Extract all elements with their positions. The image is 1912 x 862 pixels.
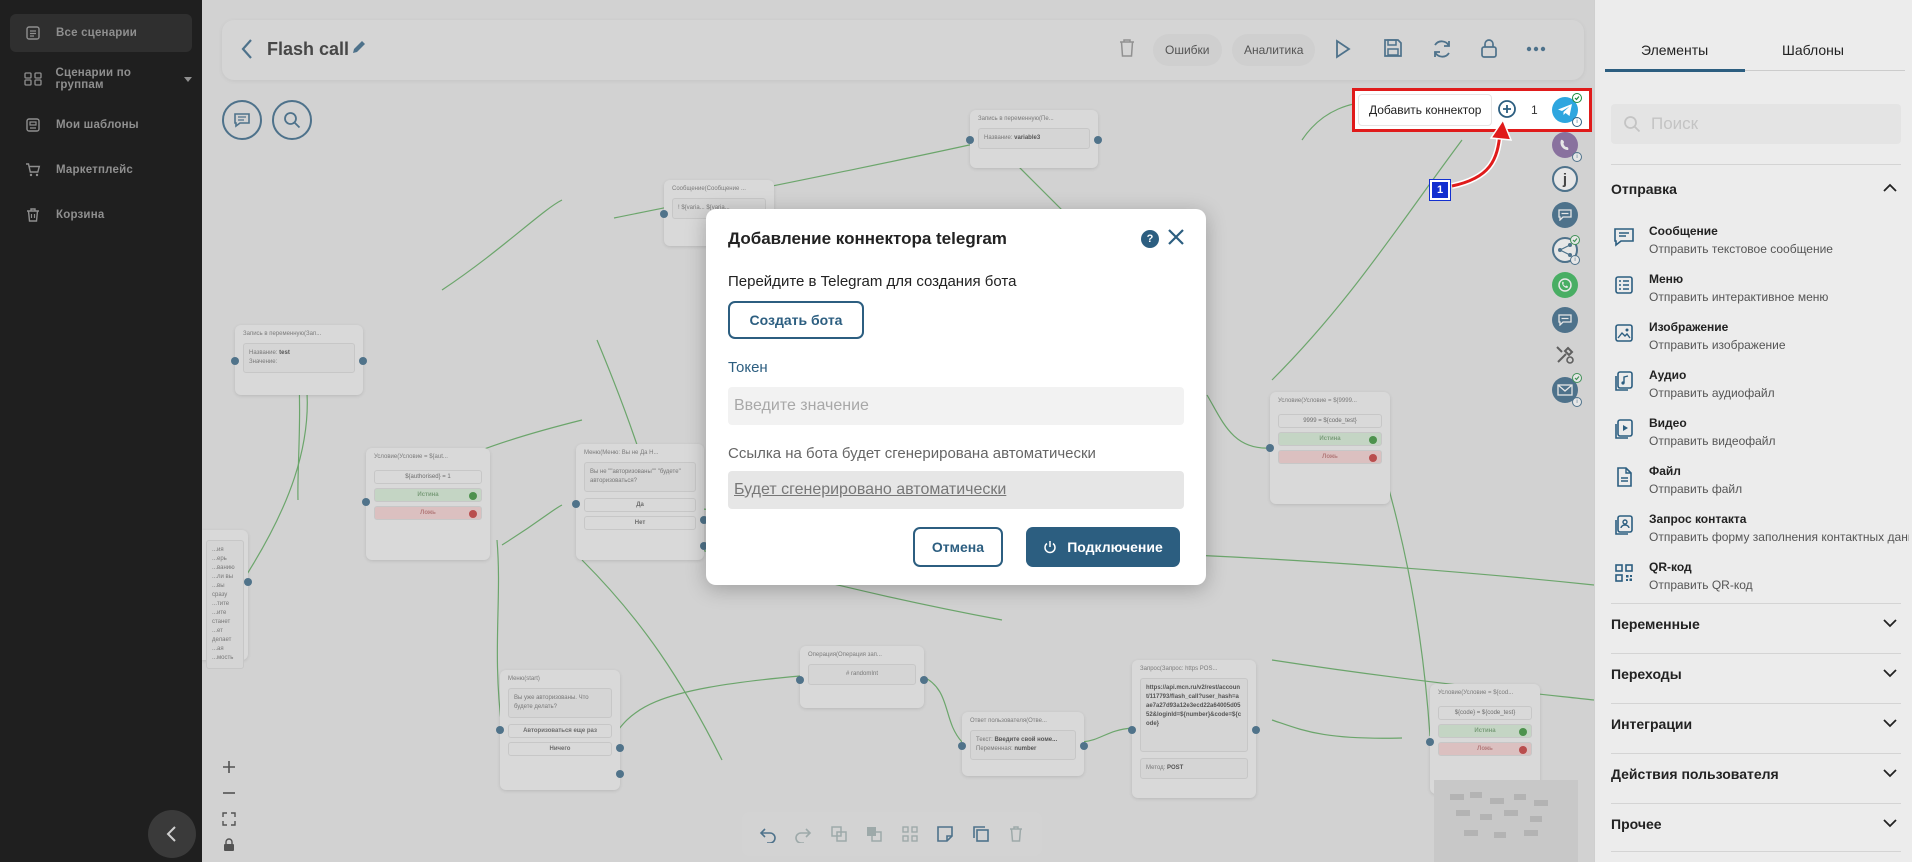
- divider: [1611, 164, 1901, 165]
- section-label: Переходы: [1611, 666, 1682, 682]
- divider: [1611, 603, 1901, 604]
- element-menu[interactable]: Меню Отправить интерактивное меню: [1613, 268, 1909, 312]
- divider: [1611, 803, 1901, 804]
- element-description: Отправить аудиофайл: [1649, 386, 1775, 400]
- close-button[interactable]: [1166, 227, 1186, 247]
- dialog-title: Добавление коннектора telegram: [728, 229, 1007, 248]
- element-name: Меню: [1649, 272, 1684, 286]
- close-icon: [1168, 229, 1184, 245]
- elements-panel: Элементы Шаблоны Поиск Отправка Сообщени…: [1594, 0, 1912, 862]
- element-description: Отправить файл: [1649, 482, 1743, 496]
- element-name: QR-код: [1649, 560, 1692, 574]
- element-message[interactable]: Сообщение Отправить текстовое сообщение: [1613, 220, 1909, 264]
- help-icon[interactable]: ?: [1141, 230, 1159, 248]
- divider: [1611, 653, 1901, 654]
- element-description: Отправить текстовое сообщение: [1649, 242, 1833, 256]
- section-other[interactable]: Прочее: [1611, 816, 1901, 832]
- element-audio[interactable]: Аудио Отправить аудиофайл: [1613, 364, 1909, 408]
- element-video[interactable]: Видео Отправить видеофайл: [1613, 412, 1909, 456]
- chevron-down-icon: [1883, 819, 1897, 828]
- connect-button[interactable]: Подключение: [1026, 527, 1180, 567]
- dialog-intro-text: Перейдите в Telegram для создания бота: [728, 273, 1017, 290]
- section-send[interactable]: Отправка: [1611, 181, 1901, 197]
- element-name: Аудио: [1649, 368, 1687, 382]
- element-description: Отправить форму заполнения контактных да…: [1649, 530, 1909, 544]
- section-variables[interactable]: Переменные: [1611, 616, 1901, 632]
- token-label: Токен: [728, 359, 768, 376]
- section-user-actions[interactable]: Действия пользователя: [1611, 766, 1901, 782]
- element-description: Отправить QR-код: [1649, 578, 1753, 592]
- section-transitions[interactable]: Переходы: [1611, 666, 1901, 682]
- chevron-down-icon: [1883, 719, 1897, 728]
- power-icon: [1044, 541, 1056, 554]
- video-icon: [1615, 419, 1633, 439]
- chevron-down-icon: [1883, 769, 1897, 778]
- section-label: Прочее: [1611, 816, 1662, 832]
- chevron-down-icon: [1883, 619, 1897, 628]
- contact-form-icon: [1615, 515, 1633, 535]
- create-bot-button[interactable]: Создать бота: [728, 301, 864, 339]
- section-label: Отправка: [1611, 181, 1677, 197]
- tab-elements[interactable]: Элементы: [1641, 42, 1708, 58]
- image-icon: [1615, 324, 1633, 342]
- section-label: Интеграции: [1611, 716, 1693, 732]
- element-name: Изображение: [1649, 320, 1729, 334]
- divider: [1611, 703, 1901, 704]
- element-description: Отправить интерактивное меню: [1649, 290, 1829, 304]
- qr-code-icon: [1615, 564, 1633, 582]
- section-label: Действия пользователя: [1611, 766, 1779, 782]
- message-icon: [1614, 228, 1634, 247]
- element-name: Запрос контакта: [1649, 512, 1747, 526]
- search-icon: [1624, 116, 1641, 133]
- element-name: Файл: [1649, 464, 1681, 478]
- section-label: Переменные: [1611, 616, 1700, 632]
- token-input[interactable]: [728, 387, 1184, 425]
- element-name: Сообщение: [1649, 224, 1718, 238]
- divider: [1611, 851, 1901, 852]
- chevron-up-icon: [1883, 183, 1897, 192]
- audio-icon: [1615, 371, 1633, 391]
- element-image[interactable]: Изображение Отправить изображение: [1613, 316, 1909, 360]
- elements-search-input[interactable]: Поиск: [1611, 104, 1901, 144]
- element-name: Видео: [1649, 416, 1687, 430]
- chevron-down-icon: [1883, 669, 1897, 678]
- element-qr-code[interactable]: QR-код Отправить QR-код: [1613, 556, 1909, 600]
- connect-label: Подключение: [1067, 539, 1163, 555]
- element-description: Отправить видеофайл: [1649, 434, 1776, 448]
- divider: [1611, 753, 1901, 754]
- bot-link-label: Ссылка на бота будет сгенерирована автом…: [728, 445, 1096, 462]
- bot-link-field: Будет сгенерировано автоматически: [728, 471, 1184, 509]
- file-icon: [1617, 467, 1632, 487]
- element-file[interactable]: Файл Отправить файл: [1613, 460, 1909, 504]
- section-integrations[interactable]: Интеграции: [1611, 716, 1901, 732]
- search-placeholder: Поиск: [1651, 114, 1699, 133]
- element-contact-request[interactable]: Запрос контакта Отправить форму заполнен…: [1613, 508, 1909, 552]
- annotation-badge-1: 1: [1429, 179, 1451, 201]
- tab-templates[interactable]: Шаблоны: [1782, 42, 1844, 58]
- active-tab-indicator: [1605, 69, 1745, 72]
- add-telegram-connector-dialog: Добавление коннектора telegram ? Перейди…: [706, 209, 1206, 585]
- element-description: Отправить изображение: [1649, 338, 1786, 352]
- cancel-button[interactable]: Отмена: [913, 527, 1003, 567]
- menu-icon: [1615, 276, 1633, 294]
